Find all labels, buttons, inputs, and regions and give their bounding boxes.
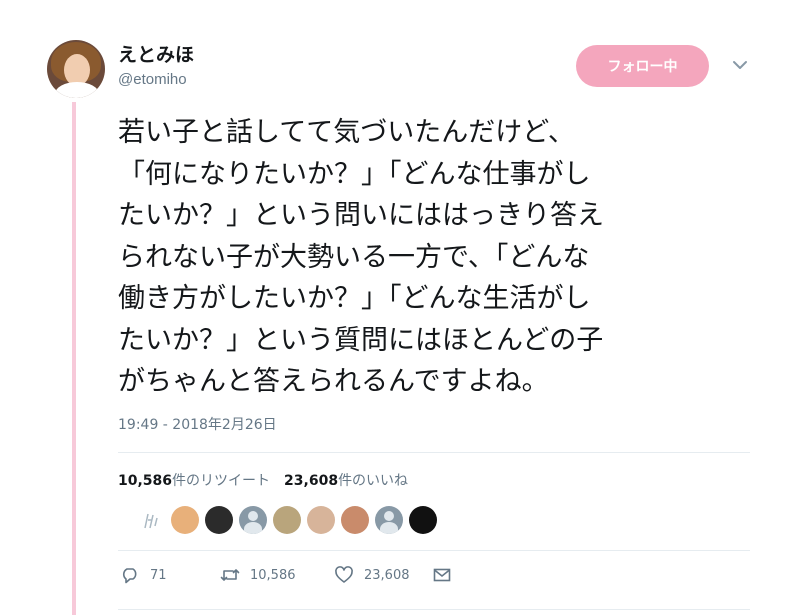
liker-avatar[interactable] <box>239 506 267 534</box>
like-button[interactable]: 23,608 <box>334 565 432 585</box>
retweet-stat-label: 件のリツイート <box>172 473 271 489</box>
reply-count: 71 <box>150 567 167 583</box>
liker-avatar[interactable] <box>375 506 403 534</box>
tweet-timestamp[interactable]: 19:49 - 2018年2月26日 <box>118 414 277 434</box>
following-button[interactable]: フォロー中 <box>576 45 709 87</box>
divider <box>118 550 750 551</box>
liker-avatar[interactable] <box>137 506 165 534</box>
avatar-body <box>55 82 99 98</box>
thread-line <box>72 102 76 615</box>
heart-icon <box>335 566 353 583</box>
tweet-stats: 10,586件のリツイート 23,608件のいいね <box>118 470 408 490</box>
like-count: 23,608 <box>364 567 410 583</box>
default-avatar-body <box>380 522 398 534</box>
chevron-down-icon[interactable] <box>731 56 749 74</box>
like-stat-count: 23,608 <box>284 473 339 489</box>
screen-name[interactable]: @etomiho <box>118 71 187 88</box>
like-stat-label: 件のいいね <box>338 473 409 489</box>
reply-button[interactable]: 71 <box>120 565 220 585</box>
retweet-count: 10,586 <box>250 567 296 583</box>
retweet-stat[interactable]: 10,586件のリツイート <box>118 470 270 490</box>
liker-avatar[interactable] <box>307 506 335 534</box>
divider <box>118 452 750 453</box>
retweet-icon <box>220 569 240 581</box>
avatar[interactable] <box>47 40 105 98</box>
reply-icon <box>122 568 137 584</box>
direct-message-button[interactable] <box>432 565 452 585</box>
default-avatar-head <box>248 511 258 521</box>
display-name[interactable]: えとみほ <box>118 40 194 67</box>
tweet-actions: 71 10,586 23,608 <box>120 565 452 585</box>
envelope-icon <box>433 568 451 582</box>
liker-avatar[interactable] <box>205 506 233 534</box>
default-avatar-body <box>244 522 262 534</box>
likers-avatar-row <box>137 506 437 534</box>
liker-avatar[interactable] <box>409 506 437 534</box>
liker-avatar[interactable] <box>341 506 369 534</box>
retweet-button[interactable]: 10,586 <box>220 565 334 585</box>
liker-avatar[interactable] <box>273 506 301 534</box>
like-stat[interactable]: 23,608件のいいね <box>284 470 408 490</box>
retweet-stat-count: 10,586 <box>118 473 173 489</box>
tweet-text: 若い子と話してて気づいたんだけど、 「何になりたいか？」「どんな仕事がし たいか… <box>118 117 604 397</box>
default-avatar-head <box>384 511 394 521</box>
divider <box>118 609 750 610</box>
liker-avatar[interactable] <box>171 506 199 534</box>
